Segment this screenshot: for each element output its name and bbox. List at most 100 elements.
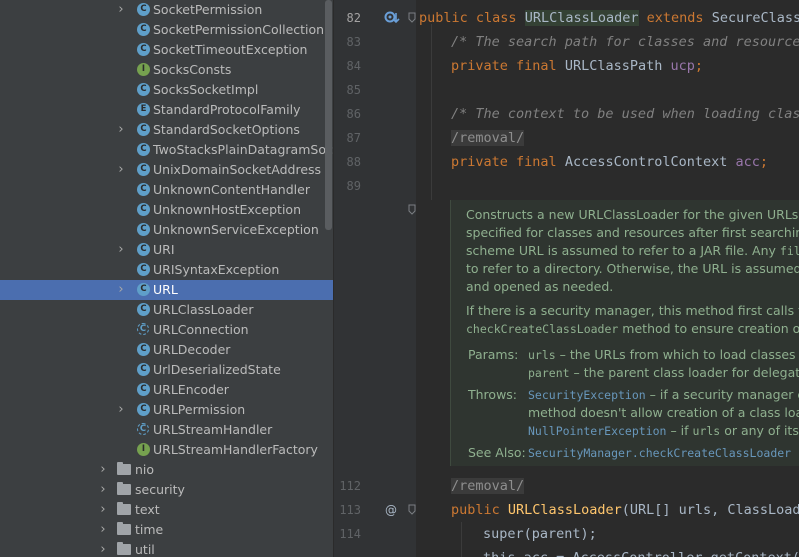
class-icon: C: [137, 283, 150, 296]
see-also-label: See Also:: [468, 445, 526, 460]
tree-item-label: UnknownServiceException: [153, 222, 319, 237]
class-icon: C: [137, 383, 150, 396]
code-line-113: public URLClassLoader(URL[] urls, ClassL…: [451, 498, 799, 522]
tree-item[interactable]: C TwoStacksPlainDatagramSocke: [0, 140, 333, 160]
tree-item-label: SocksConsts: [153, 62, 232, 77]
expand-arrow-icon[interactable]: ›: [116, 120, 126, 140]
tree-item[interactable]: › C SocketPermission: [0, 0, 333, 20]
tree-item-label: StandardSocketOptions: [153, 122, 300, 137]
tree-item[interactable]: I URLStreamHandlerFactory: [0, 440, 333, 460]
tree-item-label: UnixDomainSocketAddress: [153, 162, 322, 177]
line-number: 83: [346, 35, 361, 49]
override-gutter-icon[interactable]: @: [385, 503, 397, 517]
tree-item[interactable]: C UnknownServiceException: [0, 220, 333, 240]
keyword: public: [451, 502, 500, 518]
expand-arrow-icon[interactable]: ›: [116, 280, 126, 300]
tree-folder[interactable]: › time: [0, 520, 333, 540]
tree-item-label: SocketPermission: [153, 2, 263, 17]
interface-icon: I: [137, 63, 150, 76]
params-label: Params:: [468, 347, 519, 362]
expand-arrow-icon[interactable]: ›: [116, 160, 126, 180]
tree-item[interactable]: › C URI: [0, 240, 333, 260]
tree-item-label: URLEncoder: [153, 382, 229, 397]
tree-item-label: URLStreamHandlerFactory: [153, 442, 318, 457]
removal-annotation: /removal/: [451, 478, 525, 494]
superclass-name: SecureClassL: [711, 10, 799, 26]
doc-text: Constructs a new URLClassLoader for the …: [466, 207, 799, 222]
expand-arrow-icon[interactable]: ›: [98, 540, 108, 557]
field-name: acc: [735, 154, 760, 170]
line-number: 88: [346, 155, 361, 169]
implementations-gutter-icon[interactable]: [384, 10, 400, 26]
null-pointer-exception-link[interactable]: NullPointerException: [528, 424, 666, 438]
folder-icon: [117, 542, 131, 555]
tree-item-label: StandardProtocolFamily: [153, 102, 301, 117]
tree-item[interactable]: C URISyntaxException: [0, 260, 333, 280]
tree-item-label: SocksSocketImpl: [153, 82, 259, 97]
tree-item-label: URLConnection: [153, 322, 249, 337]
tree-item[interactable]: › C StandardSocketOptions: [0, 120, 333, 140]
constructor-name: URLClassLoader: [507, 502, 622, 518]
tree-folder[interactable]: › util: [0, 540, 333, 557]
folder-icon: [117, 482, 131, 495]
abstract-class-icon: C: [137, 323, 149, 335]
tree-item[interactable]: I SocksConsts: [0, 60, 333, 80]
javadoc-rendered-block: Constructs a new URLClassLoader for the …: [450, 200, 799, 466]
tree-folder[interactable]: › nio: [0, 460, 333, 480]
class-icon: C: [137, 3, 150, 16]
tree-item[interactable]: C URLClassLoader: [0, 300, 333, 320]
code-line-114: super(parent);: [483, 526, 597, 542]
class-icon: C: [137, 23, 150, 36]
tree-item-label: SocketPermissionCollection: [153, 22, 325, 37]
line-number: 87: [346, 131, 361, 145]
expand-arrow-icon[interactable]: ›: [116, 240, 126, 260]
tree-item[interactable]: C SocketPermissionCollection: [0, 20, 333, 40]
tree-item[interactable]: C UnknownHostException: [0, 200, 333, 220]
tree-item[interactable]: E StandardProtocolFamily: [0, 100, 333, 120]
tree-item[interactable]: C URLConnection: [0, 320, 333, 340]
tree-item[interactable]: C SocketTimeoutException: [0, 40, 333, 60]
keyword: private final: [451, 58, 557, 74]
code-line-82: public class URLClassLoader extends Secu…: [419, 6, 799, 30]
tree-folder[interactable]: › text: [0, 500, 333, 520]
tree-item[interactable]: › C UnixDomainSocketAddress: [0, 160, 333, 180]
removal-annotation: /removal/: [451, 130, 525, 146]
tree-item-label: UnknownContentHandler: [153, 182, 310, 197]
doc-text: and opened as needed.: [466, 279, 614, 294]
tree-folder[interactable]: › security: [0, 480, 333, 500]
tree-folder-label: text: [135, 502, 160, 517]
tree-item[interactable]: C URLStreamHandler: [0, 420, 333, 440]
param-urls: urls – the URLs from which to load class…: [528, 347, 796, 362]
class-icon: C: [137, 83, 150, 96]
expand-arrow-icon[interactable]: ›: [98, 500, 108, 520]
expand-arrow-icon[interactable]: ›: [98, 520, 108, 540]
line-number: 89: [346, 179, 361, 193]
tree-item-label: URISyntaxException: [153, 262, 280, 277]
tree-item[interactable]: C UrlDeserializedState: [0, 360, 333, 380]
tree-item[interactable]: C SocksSocketImpl: [0, 80, 333, 100]
expand-arrow-icon[interactable]: ›: [98, 460, 108, 480]
code-line-86: /* The context to be used when loading c…: [451, 106, 799, 122]
expand-arrow-icon[interactable]: ›: [116, 400, 126, 420]
tree-scrollbar[interactable]: [325, 0, 332, 230]
indent-guide: [461, 522, 462, 557]
tree-item[interactable]: › C URLPermission: [0, 400, 333, 420]
security-exception-link[interactable]: SecurityException: [528, 388, 646, 402]
code-line-84: private final URLClassPath ucp;: [451, 58, 704, 74]
see-also-link[interactable]: SecurityManager.checkCreateClassLoader: [528, 444, 791, 462]
class-icon: C: [137, 343, 150, 356]
class-icon: C: [137, 43, 150, 56]
throws-null-pointer-exception: NullPointerException – if urls or any of…: [528, 423, 799, 438]
tree-item[interactable]: C URLEncoder: [0, 380, 333, 400]
line-number: 85: [346, 83, 361, 97]
tree-item[interactable]: › C URL: [0, 280, 333, 300]
expand-arrow-icon[interactable]: ›: [116, 0, 126, 20]
expand-arrow-icon[interactable]: ›: [98, 480, 108, 500]
field-name: ucp: [670, 58, 695, 74]
tree-item[interactable]: C UnknownContentHandler: [0, 180, 333, 200]
tree-item[interactable]: C URLDecoder: [0, 340, 333, 360]
class-icon: C: [137, 303, 150, 316]
interface-icon: I: [137, 443, 150, 456]
class-icon: C: [137, 243, 150, 256]
line-number: 113: [339, 503, 361, 517]
